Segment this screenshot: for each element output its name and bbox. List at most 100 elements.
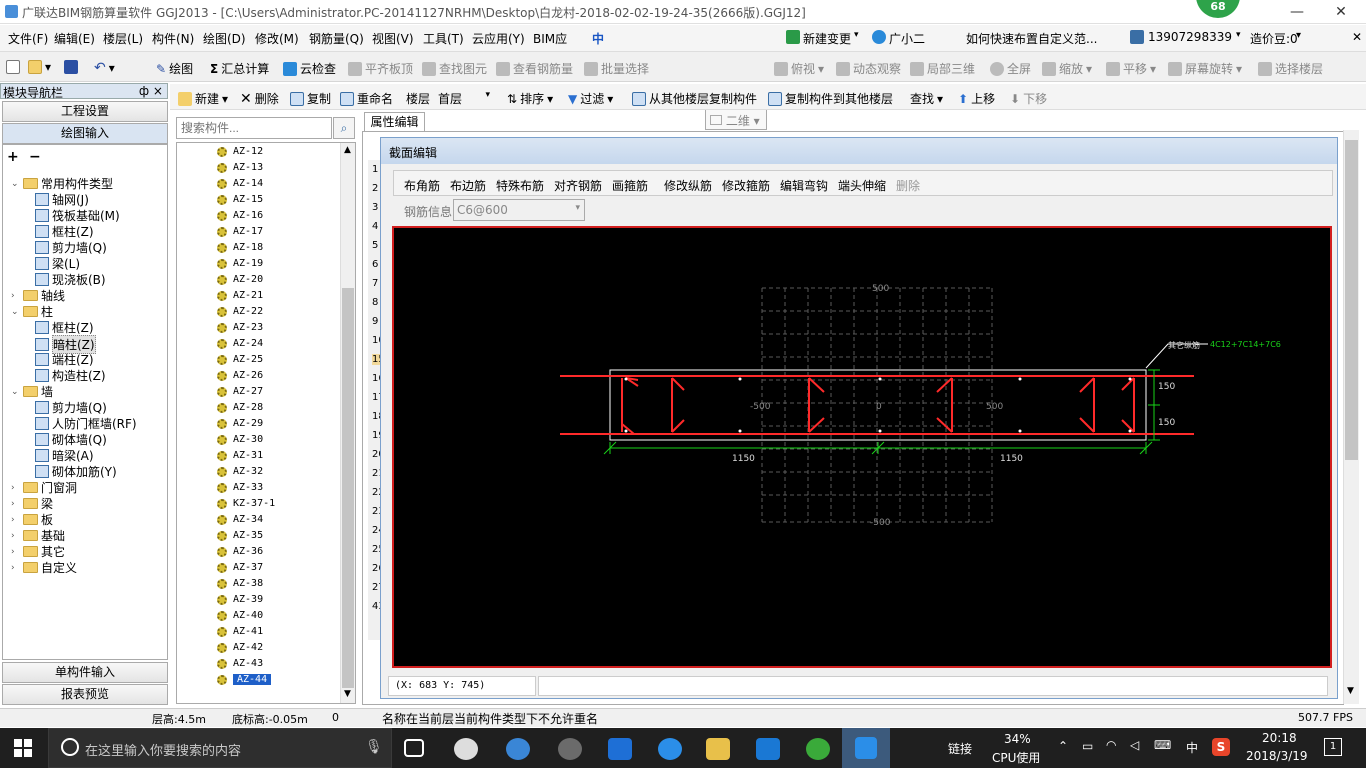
move-up-button[interactable]: ⬆ 上移 bbox=[958, 90, 995, 107]
menu-modify[interactable]: 修改(M) bbox=[255, 30, 299, 47]
cloud-check-button[interactable]: 云检查 bbox=[283, 60, 336, 77]
component-list-item[interactable]: AZ-17 bbox=[217, 226, 263, 237]
project-settings-button[interactable]: 工程设置 bbox=[2, 101, 168, 122]
special-rebar-button[interactable]: 特殊布筋 bbox=[496, 177, 544, 194]
start-button[interactable] bbox=[14, 739, 32, 757]
screen-rotate-button[interactable]: 屏幕旋转 ▾ bbox=[1168, 60, 1242, 77]
pin-close-icon[interactable]: ф × bbox=[139, 84, 163, 98]
find-element-button[interactable]: 查找图元 bbox=[422, 60, 487, 77]
component-list-item[interactable]: AZ-43 bbox=[217, 658, 263, 669]
undo-icon[interactable]: ↶ ▾ bbox=[94, 60, 115, 76]
component-list-item[interactable]: AZ-21 bbox=[217, 290, 263, 301]
expand-toggle-icon[interactable]: ⌄ bbox=[11, 179, 20, 189]
new-file-icon[interactable] bbox=[6, 60, 20, 74]
file-explorer-icon[interactable] bbox=[706, 738, 730, 760]
component-list-item[interactable]: AZ-13 bbox=[217, 162, 263, 173]
menu-close-icon[interactable]: ✕ bbox=[1352, 30, 1362, 44]
component-list-item[interactable]: AZ-19 bbox=[217, 258, 263, 269]
fan-app-icon[interactable] bbox=[454, 738, 478, 760]
component-list-scrollbar[interactable]: ▲ ▼ bbox=[340, 143, 355, 703]
tree-folder[interactable]: › 板 bbox=[11, 511, 53, 528]
draw-input-button[interactable]: 绘图输入 bbox=[2, 123, 168, 144]
sort-button[interactable]: ⇅ 排序 ▾ bbox=[507, 90, 553, 107]
open-file-icon[interactable]: ▾ bbox=[28, 60, 51, 74]
component-list-item[interactable]: AZ-15 bbox=[217, 194, 263, 205]
price-beans[interactable]: 造价豆:0 bbox=[1250, 30, 1298, 47]
draw-stirrup-button[interactable]: 画箍筋 bbox=[612, 177, 648, 194]
batch-select-button[interactable]: 批量选择 bbox=[584, 60, 649, 77]
link-label[interactable]: 链接 bbox=[948, 740, 972, 757]
expand-toggle-icon[interactable]: › bbox=[11, 563, 20, 573]
notification-icon[interactable]: 1 bbox=[1324, 738, 1342, 756]
property-edit-tab[interactable]: 属性编辑 bbox=[364, 112, 425, 132]
copy-from-floor-button[interactable]: 从其他楼层复制构件 bbox=[632, 90, 757, 107]
menu-view[interactable]: 视图(V) bbox=[372, 30, 414, 47]
component-search-input[interactable] bbox=[176, 117, 332, 139]
component-list-item[interactable]: AZ-31 bbox=[217, 450, 263, 461]
component-list-item[interactable]: AZ-26 bbox=[217, 370, 263, 381]
rebar-info-select[interactable]: C6@600 ▾ bbox=[453, 199, 585, 221]
task-view-icon[interactable] bbox=[404, 739, 424, 757]
component-list-item[interactable]: AZ-32 bbox=[217, 466, 263, 477]
search-icon[interactable]: ⌕ bbox=[333, 117, 355, 139]
menu-tools[interactable]: 工具(T) bbox=[423, 30, 464, 47]
taskbar-search[interactable]: 在这里输入你要搜索的内容 🎙 bbox=[48, 728, 392, 768]
end-extend-button[interactable]: 端头伸缩 bbox=[838, 177, 886, 194]
top-view-button[interactable]: 俯视 ▾ bbox=[774, 60, 824, 77]
tree-item[interactable]: 暗梁(A) bbox=[35, 447, 94, 464]
tree-folder[interactable]: ⌄ 常用构件类型 bbox=[11, 175, 113, 192]
draw-button[interactable]: ✎ 绘图 bbox=[156, 60, 193, 77]
tree-item[interactable]: 梁(L) bbox=[35, 255, 80, 272]
tree-item[interactable]: 框柱(Z) bbox=[35, 319, 94, 336]
menu-rebar[interactable]: 钢筋量(Q) bbox=[309, 30, 364, 47]
select-floor-button[interactable]: 选择楼层 bbox=[1258, 60, 1323, 77]
align-rebar-button[interactable]: 对齐钢筋 bbox=[554, 177, 602, 194]
menu-component[interactable]: 构件(N) bbox=[152, 30, 194, 47]
component-list-item[interactable]: AZ-28 bbox=[217, 402, 263, 413]
menu-floor[interactable]: 楼层(L) bbox=[103, 30, 143, 47]
guangxiaoer-button[interactable]: 广小二 bbox=[872, 30, 925, 47]
menu-file[interactable]: 文件(F) bbox=[8, 30, 48, 47]
tip-link[interactable]: 如何快速布置自定义范... bbox=[966, 30, 1097, 47]
view-rebar-button[interactable]: 查看钢筋量 bbox=[496, 60, 573, 77]
tree-folder[interactable]: › 其它 bbox=[11, 543, 65, 560]
component-list-item[interactable]: AZ-23 bbox=[217, 322, 263, 333]
expand-toggle-icon[interactable]: › bbox=[11, 499, 20, 509]
component-list-item[interactable]: AZ-36 bbox=[217, 546, 263, 557]
mic-icon[interactable]: 🎙 bbox=[365, 739, 383, 755]
component-list-item[interactable]: AZ-20 bbox=[217, 274, 263, 285]
tray-expand-icon[interactable]: ⌃ bbox=[1058, 739, 1068, 753]
floor-select[interactable]: 首层 ▾ bbox=[434, 87, 494, 107]
battery-icon[interactable]: ▭ bbox=[1082, 739, 1093, 753]
copy-to-floor-button[interactable]: 复制构件到其他楼层 bbox=[768, 90, 893, 107]
component-list-item[interactable]: AZ-34 bbox=[217, 514, 263, 525]
component-list-item[interactable]: AZ-39 bbox=[217, 594, 263, 605]
component-list-item[interactable]: AZ-29 bbox=[217, 418, 263, 429]
collapse-all-icon[interactable]: − bbox=[29, 149, 41, 165]
component-list-item[interactable]: AZ-18 bbox=[217, 242, 263, 253]
price-dropdown-icon[interactable]: ▾ bbox=[1296, 30, 1301, 41]
menu-edit[interactable]: 编辑(E) bbox=[54, 30, 95, 47]
tree-item[interactable]: 筏板基础(M) bbox=[35, 207, 120, 224]
zoom-button[interactable]: 缩放 ▾ bbox=[1042, 60, 1092, 77]
new-change-button[interactable]: 新建变更 ▾ bbox=[786, 30, 859, 47]
keyboard-icon[interactable]: ⌨ bbox=[1154, 738, 1171, 752]
pan-button[interactable]: 平移 ▾ bbox=[1106, 60, 1156, 77]
component-list-item[interactable]: AZ-22 bbox=[217, 306, 263, 317]
tree-folder[interactable]: ⌄ 柱 bbox=[11, 303, 53, 320]
section-canvas[interactable]: 500 -500 -500 500 0 其它纵筋 4C12+7C14+7C6 1… bbox=[392, 226, 1332, 668]
expand-toggle-icon[interactable]: › bbox=[11, 547, 20, 557]
edge-rebar-button[interactable]: 布边筋 bbox=[450, 177, 486, 194]
component-list-item[interactable]: AZ-12 bbox=[217, 146, 263, 157]
component-list-item[interactable]: AZ-27 bbox=[217, 386, 263, 397]
new-component-button[interactable]: 新建 ▾ bbox=[178, 90, 228, 107]
tree-item[interactable]: 人防门框墙(RF) bbox=[35, 415, 137, 432]
tree-folder[interactable]: › 自定义 bbox=[11, 559, 77, 576]
component-list-item[interactable]: AZ-35 bbox=[217, 530, 263, 541]
tree-folder[interactable]: › 轴线 bbox=[11, 287, 65, 304]
modify-stirrup-button[interactable]: 修改箍筋 bbox=[722, 177, 770, 194]
menu-draw[interactable]: 绘图(D) bbox=[203, 30, 246, 47]
filter-button[interactable]: ▼ 过滤 ▾ bbox=[568, 90, 613, 107]
glodon-g-icon[interactable] bbox=[756, 738, 780, 760]
single-input-button[interactable]: 单构件输入 bbox=[2, 662, 168, 683]
